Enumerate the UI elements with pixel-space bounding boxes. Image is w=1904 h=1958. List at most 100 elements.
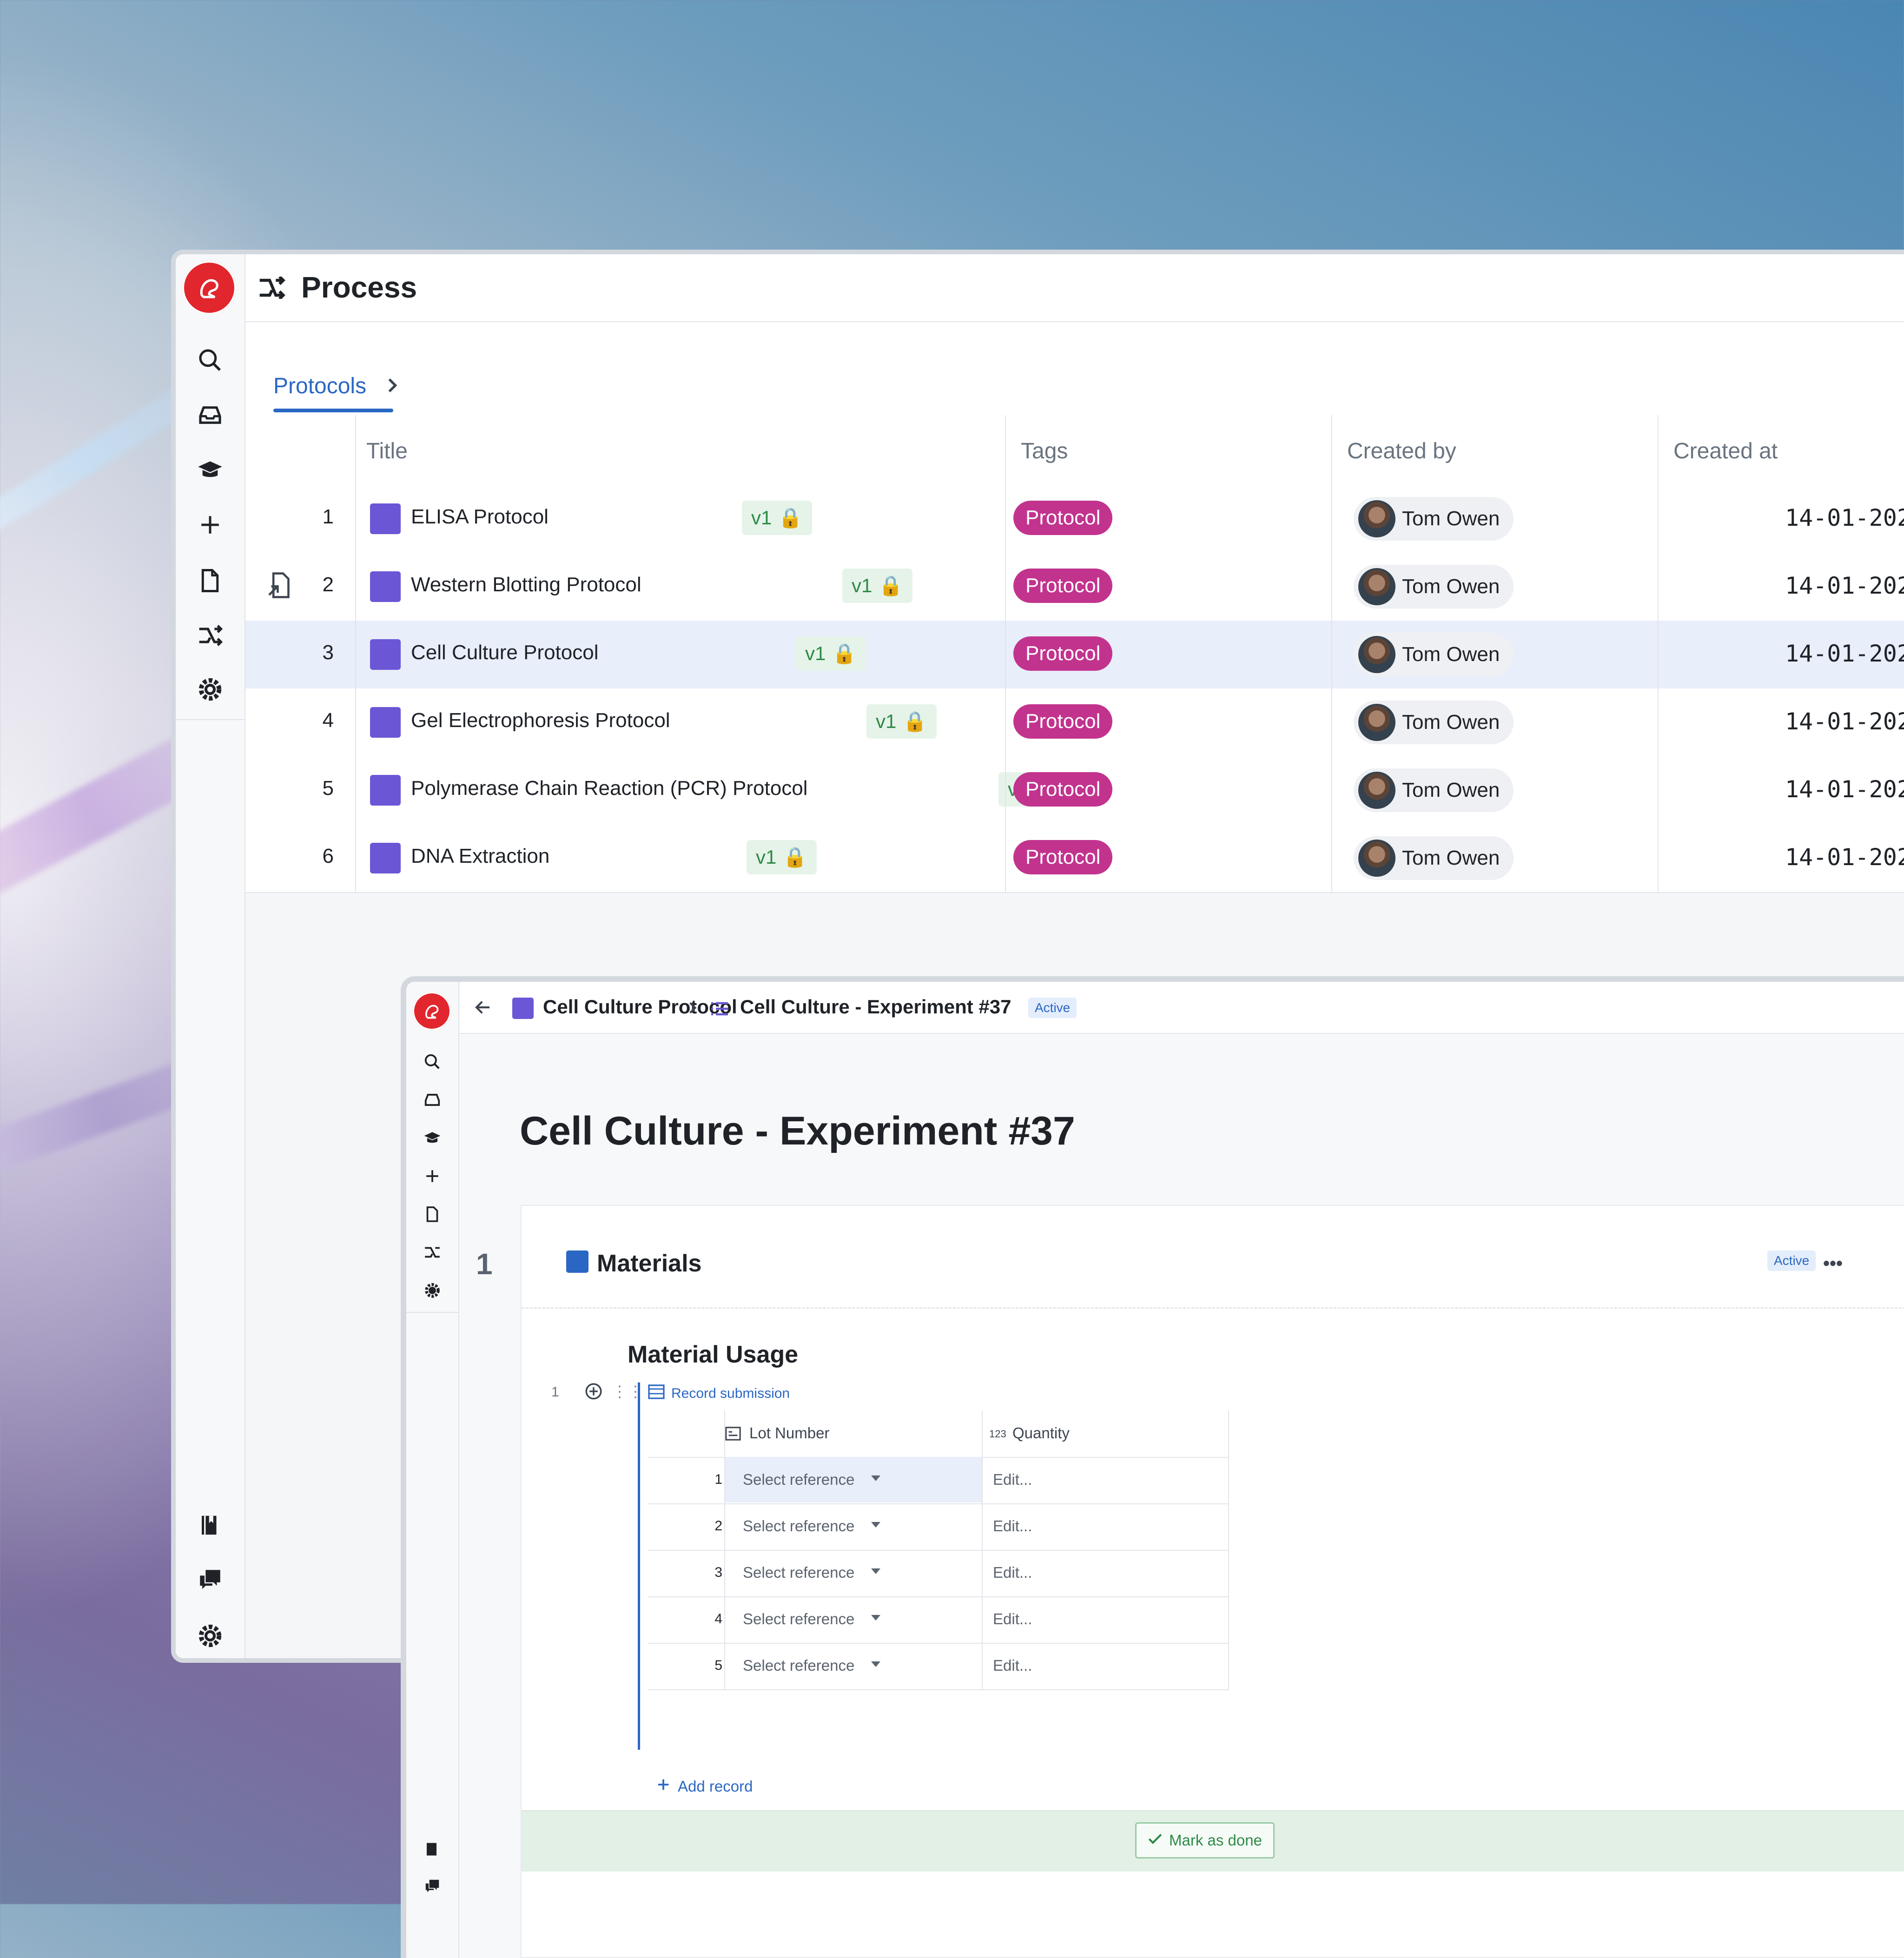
- protocol-list-icon: [370, 775, 401, 806]
- lock-icon: 🔒: [879, 574, 903, 596]
- add-block-icon[interactable]: [584, 1382, 603, 1403]
- row-number: 5: [322, 777, 334, 800]
- column-title[interactable]: Title: [366, 438, 408, 464]
- table-row-selected[interactable]: 3 Cell Culture Protocol v1 🔒 Protocol Tom…: [245, 621, 1904, 689]
- quantity-input[interactable]: Edit...: [993, 1471, 1032, 1488]
- breadcrumb-parent[interactable]: Cell Culture Protocol: [543, 996, 737, 1018]
- chat-icon[interactable]: [422, 1876, 443, 1897]
- tag-badge[interactable]: Protocol: [1013, 569, 1113, 603]
- quantity-input[interactable]: Edit...: [993, 1564, 1032, 1581]
- column-divider: [982, 1410, 983, 1689]
- tag-badge[interactable]: Protocol: [1013, 636, 1113, 671]
- plus-icon[interactable]: [196, 511, 224, 539]
- add-record-button[interactable]: Add record: [656, 1778, 753, 1795]
- search-icon[interactable]: [196, 346, 224, 374]
- column-divider: [355, 415, 356, 892]
- creator-chip[interactable]: Tom Owen: [1354, 836, 1514, 880]
- version-label: v1: [805, 642, 826, 664]
- rail-divider: [406, 1312, 458, 1313]
- select-label: Select reference: [743, 1471, 855, 1488]
- column-tags[interactable]: Tags: [1021, 438, 1068, 464]
- inbox-icon[interactable]: [196, 401, 224, 429]
- book-icon[interactable]: [196, 1511, 224, 1539]
- more-options-icon[interactable]: •••: [1823, 1253, 1843, 1274]
- record-number: 4: [714, 1611, 722, 1627]
- lot-reference-select[interactable]: Select reference: [724, 1550, 982, 1595]
- mark-as-done-button[interactable]: Mark as done: [1135, 1822, 1275, 1859]
- table-row: 2 Select reference Edit...: [648, 1503, 1229, 1551]
- lot-reference-select[interactable]: Select reference: [724, 1643, 982, 1688]
- column-quantity[interactable]: Quantity: [1012, 1424, 1070, 1442]
- plus-icon[interactable]: [422, 1166, 443, 1186]
- document-icon[interactable]: [422, 1204, 443, 1224]
- record-number: 1: [714, 1472, 722, 1487]
- app-logo[interactable]: [182, 261, 236, 315]
- table-row[interactable]: 6 DNA Extraction v1 🔒 Protocol Tom Owen 1…: [245, 824, 1904, 893]
- graduation-cap-icon[interactable]: [422, 1128, 443, 1148]
- tag-badge[interactable]: Protocol: [1013, 704, 1113, 739]
- app-logo[interactable]: [413, 992, 451, 1030]
- protocol-list-icon: [370, 639, 401, 670]
- table-row[interactable]: 4 Gel Electrophoresis Protocol v1 🔒 Proto…: [245, 688, 1904, 757]
- protocol-list-icon: [370, 707, 401, 738]
- creator-chip[interactable]: Tom Owen: [1354, 497, 1514, 541]
- quantity-input[interactable]: Edit...: [993, 1657, 1032, 1674]
- protocol-title[interactable]: Cell Culture Protocol: [411, 641, 599, 664]
- protocol-title[interactable]: DNA Extraction: [411, 845, 549, 868]
- creator-chip[interactable]: Tom Owen: [1354, 565, 1514, 609]
- reference-column-icon: [725, 1426, 741, 1443]
- avatar: [1358, 568, 1395, 605]
- creator-chip[interactable]: Tom Owen: [1354, 633, 1514, 676]
- tag-badge[interactable]: Protocol: [1013, 772, 1113, 807]
- chevron-right-icon: [687, 1000, 698, 1018]
- lot-reference-select[interactable]: Select reference: [724, 1596, 982, 1642]
- quantity-input[interactable]: Edit...: [993, 1517, 1032, 1535]
- tag-badge[interactable]: Protocol: [1013, 840, 1113, 874]
- quantity-input[interactable]: Edit...: [993, 1610, 1032, 1628]
- book-icon[interactable]: [422, 1839, 443, 1859]
- protocol-title[interactable]: Gel Electrophoresis Protocol: [411, 709, 670, 732]
- avatar: [1358, 704, 1395, 741]
- search-icon[interactable]: [422, 1052, 443, 1072]
- protocol-title[interactable]: Western Blotting Protocol: [411, 573, 641, 596]
- creator-chip[interactable]: Tom Owen: [1354, 701, 1514, 744]
- experiment-window: Cell Culture Protocol Cell Culture - Exp…: [401, 976, 1904, 1958]
- table-row: 3 Select reference Edit...: [648, 1550, 1229, 1597]
- graduation-cap-icon[interactable]: [196, 456, 224, 484]
- creator-chip[interactable]: Tom Owen: [1354, 768, 1514, 812]
- protocol-title[interactable]: ELISA Protocol: [411, 505, 549, 529]
- status-badge: Active: [1028, 998, 1077, 1018]
- creator-name: Tom Owen: [1402, 643, 1500, 666]
- column-created-by[interactable]: Created by: [1347, 438, 1456, 464]
- tag-badge[interactable]: Protocol: [1013, 501, 1113, 535]
- table-row[interactable]: 2 Western Blotting Protocol v1 🔒 Protocol…: [245, 553, 1904, 622]
- process-icon[interactable]: [422, 1242, 443, 1263]
- creator-name: Tom Owen: [1402, 711, 1500, 734]
- caret-down-icon: [871, 1661, 880, 1667]
- inbox-icon[interactable]: [422, 1090, 443, 1110]
- lot-reference-select[interactable]: Select reference: [724, 1503, 982, 1549]
- materials-section: Materials Active ••• Material Usage 1 ⋮⋮…: [521, 1205, 1904, 1958]
- column-lot-number[interactable]: Lot Number: [749, 1424, 829, 1442]
- table-row[interactable]: 1 ELISA Protocol v1 🔒 Protocol Tom Owen 1…: [245, 485, 1904, 554]
- table-row[interactable]: 5 Polymerase Chain Reaction (PCR) Protoc…: [245, 756, 1904, 825]
- document-icon[interactable]: [196, 567, 224, 595]
- lot-reference-select[interactable]: Select reference: [724, 1457, 982, 1502]
- protocol-title[interactable]: Polymerase Chain Reaction (PCR) Protocol: [411, 777, 807, 800]
- table-row: 4 Select reference Edit...: [648, 1596, 1229, 1644]
- version-badge: v1 🔒: [747, 840, 817, 874]
- caret-down-icon: [871, 1475, 880, 1481]
- settings-icon[interactable]: [196, 1622, 224, 1650]
- section-title: Materials: [597, 1250, 702, 1277]
- tab-protocols-label: Protocols: [273, 374, 367, 398]
- back-arrow-icon[interactable]: [473, 998, 493, 1019]
- subsection-title: Material Usage: [628, 1341, 799, 1368]
- gear-icon[interactable]: [196, 675, 224, 703]
- process-icon[interactable]: [196, 622, 224, 649]
- gear-icon[interactable]: [422, 1280, 443, 1301]
- chat-icon[interactable]: [196, 1566, 224, 1594]
- created-at: 14-01-2025 10:: [1785, 504, 1904, 531]
- block-indicator: [638, 1383, 640, 1750]
- lock-icon: 🔒: [783, 846, 807, 868]
- column-created-at[interactable]: Created at: [1673, 438, 1778, 464]
